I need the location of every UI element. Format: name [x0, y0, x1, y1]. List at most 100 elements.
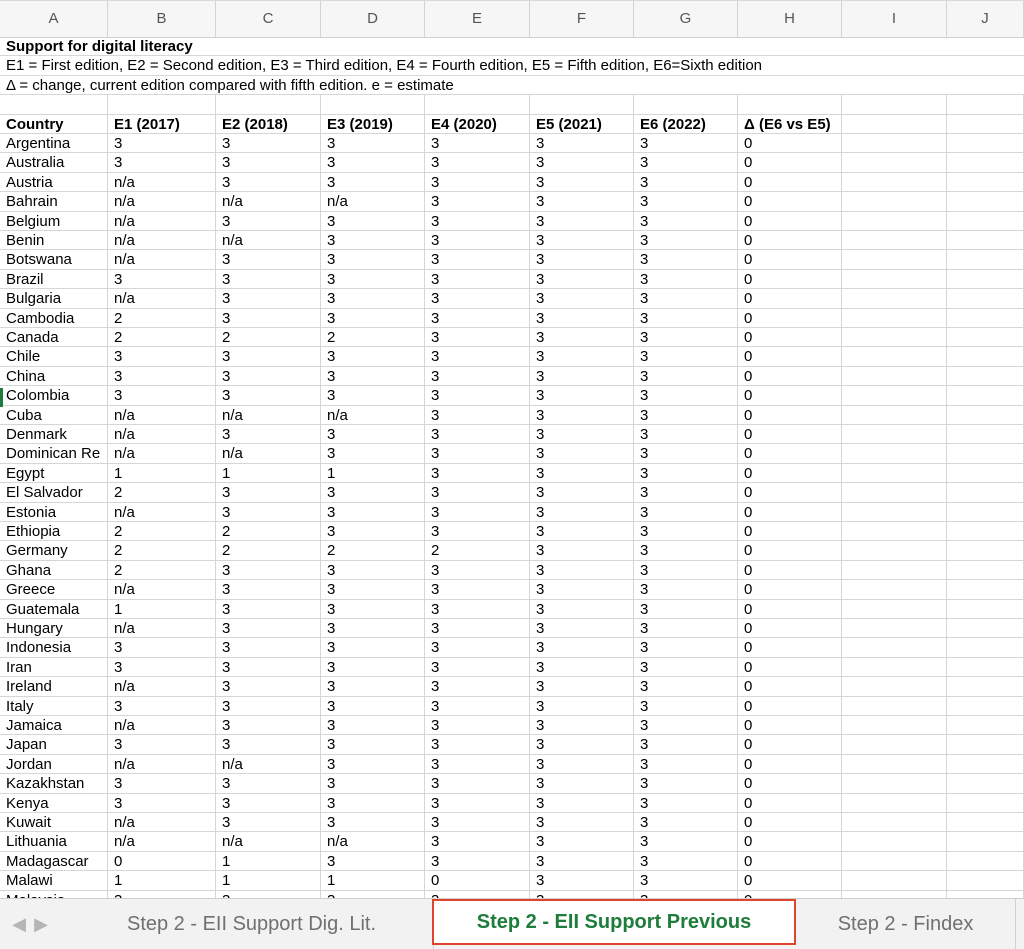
value-cell[interactable]: 3 — [425, 289, 530, 309]
value-cell[interactable]: 3 — [530, 657, 634, 678]
value-cell[interactable]: 3 — [425, 444, 530, 464]
column-header-b[interactable]: B — [108, 1, 216, 37]
value-cell[interactable]: 3 — [530, 735, 634, 755]
value-cell[interactable]: 0 — [738, 366, 842, 387]
country-cell[interactable]: Cambodia — [0, 308, 108, 328]
value-cell[interactable]: 3 — [321, 386, 425, 406]
value-cell[interactable]: 3 — [321, 308, 425, 328]
value-cell[interactable]: 0 — [738, 231, 842, 251]
value-cell[interactable]: 3 — [530, 386, 634, 406]
value-cell[interactable]: 3 — [530, 851, 634, 872]
value-cell[interactable]: 3 — [216, 386, 321, 406]
value-cell[interactable]: 3 — [634, 153, 738, 173]
country-cell[interactable]: Egypt — [0, 463, 108, 484]
value-cell[interactable]: 0 — [738, 541, 842, 561]
empty-cell[interactable] — [842, 405, 947, 425]
sheet-title[interactable]: Support for digital literacy — [0, 37, 1024, 57]
country-cell[interactable]: Austria — [0, 172, 108, 193]
country-cell[interactable]: Denmark — [0, 425, 108, 445]
column-header-g[interactable]: G — [634, 1, 738, 37]
value-cell[interactable]: 0 — [738, 735, 842, 755]
value-cell[interactable]: n/a — [108, 580, 216, 600]
value-cell[interactable]: 3 — [216, 250, 321, 270]
country-cell[interactable]: China — [0, 366, 108, 387]
value-cell[interactable]: 3 — [216, 793, 321, 813]
value-cell[interactable]: 3 — [634, 638, 738, 658]
empty-cell[interactable] — [842, 696, 947, 716]
country-cell[interactable]: Bulgaria — [0, 289, 108, 309]
empty-cell[interactable] — [216, 95, 321, 115]
value-cell[interactable]: 3 — [321, 677, 425, 697]
empty-cell[interactable] — [947, 114, 1024, 134]
value-cell[interactable]: 3 — [425, 677, 530, 697]
value-cell[interactable]: 0 — [738, 599, 842, 619]
table-header-cell[interactable]: E6 (2022) — [634, 114, 738, 134]
value-cell[interactable]: 3 — [425, 735, 530, 755]
value-cell[interactable]: 3 — [425, 192, 530, 212]
value-cell[interactable]: 1 — [321, 463, 425, 484]
value-cell[interactable]: 0 — [738, 716, 842, 736]
value-cell[interactable]: 1 — [216, 463, 321, 484]
value-cell[interactable]: n/a — [216, 192, 321, 212]
empty-cell[interactable] — [947, 405, 1024, 425]
country-cell[interactable]: Ethiopia — [0, 522, 108, 542]
empty-cell[interactable] — [842, 347, 947, 367]
value-cell[interactable]: 3 — [321, 269, 425, 290]
empty-cell[interactable] — [842, 502, 947, 522]
value-cell[interactable]: 0 — [738, 754, 842, 775]
value-cell[interactable]: 2 — [108, 483, 216, 503]
value-cell[interactable]: 3 — [108, 735, 216, 755]
value-cell[interactable]: 3 — [634, 560, 738, 581]
value-cell[interactable]: 3 — [634, 483, 738, 503]
value-cell[interactable]: 3 — [321, 735, 425, 755]
value-cell[interactable]: 3 — [425, 522, 530, 542]
value-cell[interactable]: 3 — [425, 405, 530, 425]
value-cell[interactable]: 3 — [321, 813, 425, 833]
empty-cell[interactable] — [947, 677, 1024, 697]
value-cell[interactable]: 3 — [634, 308, 738, 328]
value-cell[interactable]: n/a — [321, 192, 425, 212]
value-cell[interactable]: 1 — [216, 871, 321, 891]
value-cell[interactable]: 3 — [634, 754, 738, 775]
value-cell[interactable]: 3 — [321, 696, 425, 716]
legend-text[interactable]: Δ = change, current edition compared wit… — [0, 76, 1024, 96]
value-cell[interactable]: 0 — [738, 425, 842, 445]
value-cell[interactable]: 3 — [425, 134, 530, 154]
empty-cell[interactable] — [842, 871, 947, 891]
value-cell[interactable]: 0 — [738, 386, 842, 406]
value-cell[interactable]: 3 — [321, 599, 425, 619]
value-cell[interactable]: n/a — [108, 502, 216, 522]
column-header-f[interactable]: F — [530, 1, 634, 37]
value-cell[interactable]: 0 — [738, 832, 842, 852]
value-cell[interactable]: n/a — [216, 444, 321, 464]
value-cell[interactable]: 3 — [634, 813, 738, 833]
empty-cell[interactable] — [842, 328, 947, 348]
empty-cell[interactable] — [947, 754, 1024, 775]
empty-cell[interactable] — [842, 425, 947, 445]
value-cell[interactable]: 3 — [216, 774, 321, 794]
value-cell[interactable]: 3 — [530, 541, 634, 561]
value-cell[interactable]: 3 — [530, 813, 634, 833]
value-cell[interactable]: n/a — [216, 405, 321, 425]
value-cell[interactable]: 0 — [738, 851, 842, 872]
value-cell[interactable]: 3 — [634, 793, 738, 813]
value-cell[interactable]: 0 — [738, 444, 842, 464]
value-cell[interactable]: 0 — [738, 211, 842, 231]
value-cell[interactable]: 3 — [216, 735, 321, 755]
value-cell[interactable]: 3 — [634, 250, 738, 270]
empty-cell[interactable] — [947, 483, 1024, 503]
country-cell[interactable]: Madagascar — [0, 851, 108, 872]
value-cell[interactable]: 3 — [425, 580, 530, 600]
value-cell[interactable]: 0 — [738, 696, 842, 716]
value-cell[interactable]: 3 — [425, 172, 530, 193]
value-cell[interactable]: 2 — [108, 560, 216, 581]
empty-cell[interactable] — [947, 502, 1024, 522]
value-cell[interactable]: 3 — [634, 832, 738, 852]
value-cell[interactable]: 3 — [216, 269, 321, 290]
value-cell[interactable]: 3 — [321, 638, 425, 658]
value-cell[interactable]: n/a — [108, 192, 216, 212]
value-cell[interactable]: 3 — [216, 134, 321, 154]
country-cell[interactable]: Botswana — [0, 250, 108, 270]
country-cell[interactable]: Indonesia — [0, 638, 108, 658]
empty-cell[interactable] — [947, 638, 1024, 658]
